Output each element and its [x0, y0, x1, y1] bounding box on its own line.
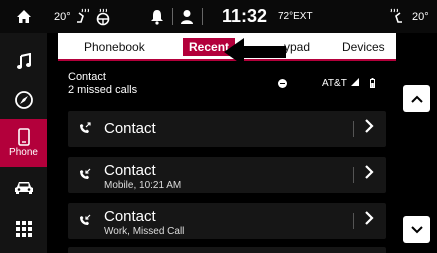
connected-contact: Contact [68, 71, 106, 83]
tab-bar: Phonebook Recent ypad Devices [58, 33, 396, 66]
phone-icon [17, 128, 30, 146]
heated-seat-icon[interactable] [74, 0, 92, 33]
chevron-right-icon[interactable] [364, 165, 374, 184]
carrier-name: AT&T [322, 78, 347, 89]
compass-icon [14, 91, 33, 109]
call-detail: Work, Missed Call [104, 226, 185, 237]
divider [353, 213, 354, 229]
divider [353, 167, 354, 183]
outside-temp: 72°EXT [278, 11, 313, 22]
sidebar-item-phone[interactable]: Phone [0, 119, 47, 167]
missed-calls-count: 2 missed calls [68, 84, 138, 96]
divider [202, 8, 203, 25]
battery-icon [370, 78, 375, 90]
user-profile-icon[interactable] [180, 0, 194, 33]
chevron-down-icon [410, 225, 423, 233]
car-icon [14, 182, 33, 194]
phone-panel: Phonebook Recent ypad Devices Contact 2 … [58, 33, 396, 253]
sidebar-item-apps[interactable] [0, 209, 47, 249]
do-not-disturb-icon [278, 79, 287, 88]
bell-icon[interactable] [150, 0, 164, 33]
scroll-down-button[interactable] [403, 216, 430, 243]
home-button[interactable] [0, 0, 47, 33]
recent-call-row[interactable]: Contact Mobile, 10:21 AM [68, 157, 386, 193]
apps-grid-icon [15, 221, 32, 237]
call-detail: Mobile, 10:21 AM [104, 180, 182, 191]
recent-call-row[interactable]: Contact Work, Missed Call [68, 203, 386, 239]
music-note-icon [16, 52, 31, 69]
heated-wheel-icon[interactable] [94, 0, 112, 33]
chevron-up-icon [410, 95, 423, 103]
divider [353, 121, 354, 137]
divider [172, 8, 173, 25]
contact-name: Contact [104, 162, 156, 179]
contact-name: Contact [104, 120, 156, 137]
passenger-temp[interactable]: 20° [412, 0, 429, 33]
status-bar: 20° 11:32 72°EXT 20° [0, 0, 437, 33]
sidebar-item-label: Phone [9, 147, 38, 158]
chevron-right-icon[interactable] [364, 119, 374, 138]
driver-temp[interactable]: 20° [54, 0, 71, 33]
sidebar-item-navigation[interactable] [0, 81, 47, 119]
recent-call-row[interactable]: Contact [68, 111, 386, 147]
sidebar-item-vehicle[interactable] [0, 167, 47, 207]
tab-phonebook[interactable]: Phonebook [84, 38, 145, 56]
scroll-up-button[interactable] [403, 85, 430, 112]
signal-icon [350, 77, 360, 89]
home-icon [16, 10, 31, 23]
incoming-call-icon [80, 214, 91, 225]
outgoing-call-icon [80, 122, 91, 133]
pointer-arrow-icon [224, 38, 286, 66]
incoming-call-icon [80, 168, 91, 179]
chevron-right-icon[interactable] [364, 211, 374, 230]
phone-status: Contact 2 missed calls AT&T [68, 69, 386, 99]
contact-name: Contact [104, 208, 156, 225]
tab-devices[interactable]: Devices [342, 38, 385, 56]
recent-call-row[interactable] [68, 247, 386, 253]
clock[interactable]: 11:32 [222, 0, 267, 33]
sidebar-item-media[interactable] [0, 41, 47, 81]
passenger-heated-seat-icon[interactable] [387, 0, 405, 33]
sidebar: Phone [0, 33, 47, 253]
